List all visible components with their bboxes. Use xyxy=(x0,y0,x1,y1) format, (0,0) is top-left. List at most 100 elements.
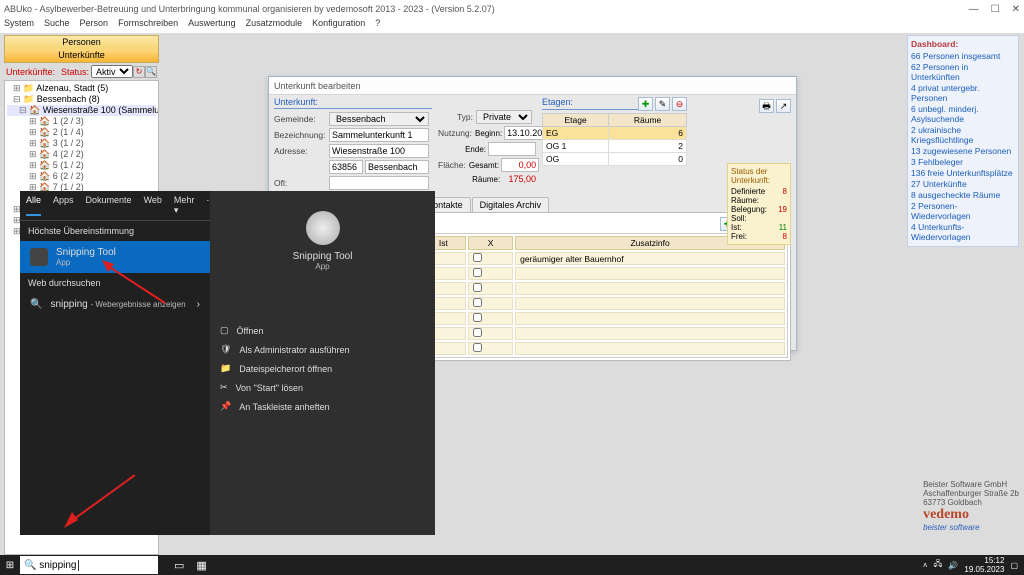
tray-time[interactable]: 15:12 xyxy=(964,556,1004,565)
tree-node[interactable]: ⊞🏠 5 (1 / 2) xyxy=(7,160,156,171)
title-bar: ABUko - Asylbewerber-Betreuung und Unter… xyxy=(0,0,1024,18)
tree-node[interactable]: ⊞🏠 1 (2 / 3) xyxy=(7,116,156,127)
search-icon: 🔍 xyxy=(24,560,36,571)
row-x-check[interactable] xyxy=(473,253,482,262)
status-select[interactable]: Aktiv xyxy=(91,65,133,78)
app-title: ABUko - Asylbewerber-Betreuung und Unter… xyxy=(4,4,495,14)
shield-icon: 🛡 xyxy=(220,344,231,355)
dashboard-link[interactable]: 62 Personen in Unterkünften xyxy=(911,62,1015,82)
taskbar-app-icon[interactable]: ▦ xyxy=(190,559,212,572)
etagen-table[interactable]: EtageRäume EG6 OG 12 OG0 xyxy=(542,113,687,166)
typ-select[interactable]: Private UK xyxy=(476,110,532,124)
gesamt-input[interactable] xyxy=(501,158,539,172)
menu-help[interactable]: ? xyxy=(375,18,380,33)
tab-unterkuenfte[interactable]: Unterkünfte xyxy=(5,49,158,62)
bezeichnung-input[interactable] xyxy=(329,128,429,142)
sm-tab-mehr[interactable]: Mehr ▾ xyxy=(174,195,195,216)
filter-label: Unterkünfte: xyxy=(6,67,55,77)
section-etagen: Etagen: xyxy=(542,97,638,110)
taskbar-search[interactable]: 🔍 snipping xyxy=(20,556,158,574)
action-unpin-start[interactable]: ✂Von "Start" lösen xyxy=(220,378,425,397)
dashboard-panel: Dashboard: 66 Personen insgesamt62 Perso… xyxy=(907,35,1019,247)
menu-auswertung[interactable]: Auswertung xyxy=(188,18,236,33)
dashboard-link[interactable]: 4 privat untergebr. Personen xyxy=(911,83,1015,103)
refresh-icon[interactable]: ↻ xyxy=(133,66,145,78)
ort-input[interactable] xyxy=(365,160,429,174)
dashboard-link[interactable]: 2 ukrainische Kriegsflüchtlinge xyxy=(911,125,1015,145)
start-menu: Alle Apps Dokumente Web Mehr ▾ ⋯ ✕ Höchs… xyxy=(20,191,435,535)
menu-bar: System Suche Person Formschreiben Auswer… xyxy=(0,18,1024,33)
sm-tab-dokumente[interactable]: Dokumente xyxy=(86,195,132,216)
tray-chevron-icon[interactable]: ˄ xyxy=(923,561,928,570)
tree-node[interactable]: ⊞📁 Alzenau, Stadt (5) xyxy=(7,83,156,94)
tray-volume-icon[interactable]: 🔊 xyxy=(948,561,958,570)
snipping-tool-icon xyxy=(306,211,340,245)
adresse-input[interactable] xyxy=(329,144,429,158)
plz-input[interactable] xyxy=(329,160,363,174)
row-x-check[interactable] xyxy=(473,298,482,307)
maximize-icon[interactable]: ☐ xyxy=(991,4,1000,15)
tab-personen[interactable]: Personen xyxy=(5,36,158,49)
etage-add-button[interactable]: ✚ xyxy=(638,97,653,111)
search-icon[interactable]: 🔍 xyxy=(145,66,157,78)
tree-node[interactable]: ⊞🏠 3 (1 / 2) xyxy=(7,138,156,149)
sm-web-result[interactable]: 🔍 snipping - Webergebnisse anzeigen › xyxy=(20,293,210,316)
taskview-icon[interactable]: ▭ xyxy=(168,559,190,572)
ende-input[interactable] xyxy=(488,142,536,156)
menu-zusatzmodule[interactable]: Zusatzmodule xyxy=(246,18,303,33)
row-x-check[interactable] xyxy=(473,283,482,292)
minimize-icon[interactable]: — xyxy=(969,4,979,15)
dashboard-header: Dashboard: xyxy=(911,39,1015,49)
sm-result-snipping[interactable]: Snipping ToolApp xyxy=(20,241,210,273)
share-button[interactable]: ↗ xyxy=(776,99,791,113)
dashboard-link[interactable]: 3 Fehlbeleger xyxy=(911,157,1015,167)
dashboard-link[interactable]: 27 Unterkünfte xyxy=(911,179,1015,189)
dashboard-link[interactable]: 2 Personen-Wiedervorlagen xyxy=(911,201,1015,221)
menu-system[interactable]: System xyxy=(4,18,34,33)
footer-logo: Beister Software GmbH Aschaffenburger St… xyxy=(923,480,1019,532)
sm-tab-web[interactable]: Web xyxy=(144,195,162,216)
row-x-check[interactable] xyxy=(473,343,482,352)
tray-network-icon[interactable]: 🖧 xyxy=(934,558,943,572)
dashboard-link[interactable]: 4 Unterkunfts-Wiedervorlagen xyxy=(911,222,1015,242)
menu-formschreiben[interactable]: Formschreiben xyxy=(118,18,178,33)
dashboard-link[interactable]: 66 Personen insgesamt xyxy=(911,51,1015,61)
label-adresse: Adresse: xyxy=(274,146,329,156)
action-admin[interactable]: 🛡Als Administrator ausführen xyxy=(220,340,425,359)
chevron-right-icon: › xyxy=(197,299,200,310)
etage-delete-button[interactable]: ⊖ xyxy=(672,97,687,111)
tray-date[interactable]: 19.05.2023 xyxy=(964,565,1004,574)
dashboard-link[interactable]: 136 freie Unterkunftsplätze xyxy=(911,168,1015,178)
dashboard-link[interactable]: 13 zugewiesene Personen xyxy=(911,146,1015,156)
close-icon[interactable]: ✕ xyxy=(1012,4,1020,15)
action-filelocation[interactable]: 📁Dateispeicherort öffnen xyxy=(220,359,425,378)
row-x-check[interactable] xyxy=(473,328,482,337)
etage-edit-button[interactable]: ✎ xyxy=(655,97,670,111)
tree-node[interactable]: ⊟📁 Bessenbach (8) xyxy=(7,94,156,105)
tree-node[interactable]: ⊟🏠 Wiesenstraße 100 (Sammelunterkunft 1)… xyxy=(7,105,156,116)
dashboard-link[interactable]: 6 unbegl. minderj. Asylsuchende xyxy=(911,104,1015,124)
print-button[interactable]: 🖶 xyxy=(759,99,774,113)
start-button[interactable]: ⊞ xyxy=(0,555,20,575)
ofl-input[interactable] xyxy=(329,176,429,190)
tree-node[interactable]: ⊞🏠 4 (2 / 2) xyxy=(7,149,156,160)
gemeinde-select[interactable]: Bessenbach xyxy=(329,112,429,126)
menu-person[interactable]: Person xyxy=(80,18,109,33)
row-x-check[interactable] xyxy=(473,268,482,277)
search-icon: 🔍 xyxy=(30,299,42,310)
action-open[interactable]: ▢Öffnen xyxy=(220,321,425,340)
tree-node[interactable]: ⊞🏠 2 (1 / 4) xyxy=(7,127,156,138)
row-x-check[interactable] xyxy=(473,313,482,322)
label-typ: Typ: xyxy=(438,112,473,122)
tree-node[interactable]: ⊞🏠 6 (2 / 2) xyxy=(7,171,156,182)
label-nutzung: Nutzung: xyxy=(438,128,472,138)
dashboard-link[interactable]: 8 ausgecheckte Räume xyxy=(911,190,1015,200)
menu-konfiguration[interactable]: Konfiguration xyxy=(312,18,365,33)
menu-suche[interactable]: Suche xyxy=(44,18,70,33)
action-pin-taskbar[interactable]: 📌An Taskleiste anheften xyxy=(220,397,425,416)
sm-tab-alle[interactable]: Alle xyxy=(26,195,41,216)
sm-tab-apps[interactable]: Apps xyxy=(53,195,74,216)
tray-notification-icon[interactable]: ▢ xyxy=(1010,561,1018,570)
tab-archiv[interactable]: Digitales Archiv xyxy=(472,197,550,212)
folder-icon: 📁 xyxy=(220,363,231,374)
